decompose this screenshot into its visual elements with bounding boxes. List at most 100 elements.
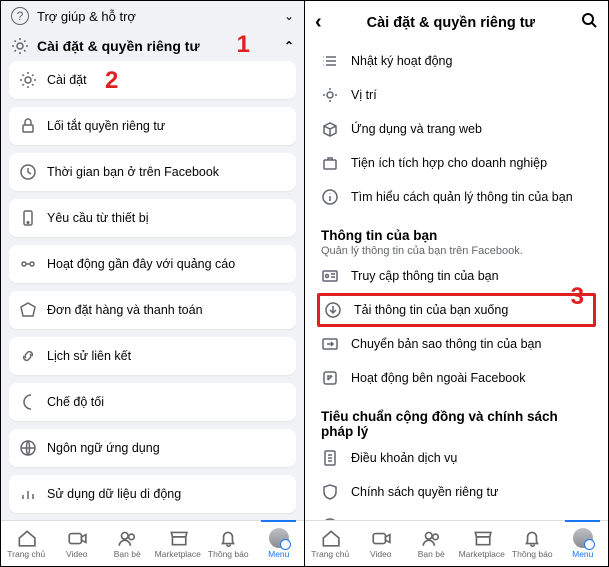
nav-video[interactable]: Video — [52, 521, 103, 566]
nav-friends[interactable]: Bạn bè — [102, 521, 153, 566]
search-icon[interactable] — [580, 11, 598, 34]
row-label: Truy cập thông tin của bạn — [351, 269, 499, 283]
item-label: Cài đặt — [47, 73, 87, 87]
item-label: Đơn đặt hàng và thanh toán — [47, 303, 203, 317]
nav-market[interactable]: Marketplace — [153, 521, 204, 566]
bottom-nav-left: Trang chủ Video Bạn bè Marketplace Thông báo… — [1, 520, 304, 566]
shield-icon — [321, 483, 339, 501]
bell-icon — [218, 528, 238, 548]
transfer-icon — [321, 335, 339, 353]
doc-icon — [321, 449, 339, 467]
section-title: Thông tin của bạn — [321, 228, 592, 243]
setting-row-id[interactable]: Truy cập thông tin của bạn — [309, 259, 604, 293]
gear-icon — [19, 71, 37, 89]
row-label: Ứng dụng và trang web — [351, 122, 482, 136]
settings-item-data[interactable]: Sử dụng dữ liệu di động — [9, 475, 296, 513]
info-icon — [321, 188, 339, 206]
nav-label: Menu — [572, 549, 593, 559]
globe-icon — [19, 439, 37, 457]
lock-icon — [19, 117, 37, 135]
nav-label: Video — [66, 549, 88, 559]
nav-friends[interactable]: Bạn bè — [406, 521, 457, 566]
phone-icon — [19, 209, 37, 227]
settings-item-clock[interactable]: Thời gian bạn ở trên Facebook — [9, 153, 296, 191]
nav-menu[interactable]: Menu — [558, 521, 609, 566]
download-icon — [324, 301, 342, 319]
setting-row-pin[interactable]: Vị trí — [309, 78, 604, 112]
settings-item-moon[interactable]: Chế độ tối — [9, 383, 296, 421]
item-label: Ngôn ngữ ứng dụng — [47, 441, 160, 455]
right-header: ‹ Cài đặt & quyền riêng tư — [305, 1, 608, 44]
setting-row-transfer[interactable]: Chuyển bản sao thông tin của bạn — [309, 327, 604, 361]
friends-icon — [421, 528, 441, 548]
right-list: Nhật ký hoạt động Vị trí Ứng dụng và trang… — [305, 44, 608, 520]
item-label: Chế độ tối — [47, 395, 104, 409]
market-icon — [168, 528, 188, 548]
row-label: Điều khoản dịch vụ — [351, 451, 457, 465]
row-label: Nhật ký hoạt động — [351, 54, 452, 68]
back-icon[interactable]: ‹ — [315, 11, 322, 34]
item-label: Hoạt động gần đây với quảng cáo — [47, 257, 235, 271]
bottom-nav-right: Trang chủ Video Bạn bèMarketplace Thông báo… — [305, 520, 608, 566]
settings-item-phone[interactable]: Yêu cầu từ thiết bị — [9, 199, 296, 237]
setting-row-doc[interactable]: Điều khoản dịch vụ — [309, 441, 604, 475]
help-label: Trợ giúp & hỗ trợ — [37, 9, 136, 24]
setting-row-biz[interactable]: Tiện ích tích hợp cho doanh nghiệp — [309, 146, 604, 180]
nav-label: Marketplace — [459, 549, 505, 559]
help-icon: ? — [11, 7, 29, 25]
nav-menu[interactable]: Menu — [254, 521, 305, 566]
nav-label: Trang chủ — [7, 549, 45, 559]
setting-row-info[interactable]: Tìm hiểu cách quản lý thông tin của bạn — [309, 180, 604, 214]
nav-bell[interactable]: Thông báo — [203, 521, 254, 566]
settings-item-globe[interactable]: Ngôn ngữ ứng dụng — [9, 429, 296, 467]
id-icon — [321, 267, 339, 285]
nav-label: Video — [370, 549, 392, 559]
setting-row-ext[interactable]: Hoạt động bên ngoài Facebook — [309, 361, 604, 395]
row-label: Tìm hiểu cách quản lý thông tin của bạn — [351, 190, 573, 204]
settings-privacy-row[interactable]: Cài đặt & quyền riêng tư ⌃ — [1, 31, 304, 61]
setting-row-shield[interactable]: Chính sách quyền riêng tư — [309, 475, 604, 509]
row-label: Vị trí — [351, 88, 377, 102]
list-icon — [321, 52, 339, 70]
avatar-icon — [269, 528, 289, 548]
menu-icon — [573, 528, 593, 548]
nav-home[interactable]: Trang chủ — [305, 521, 356, 566]
settings-item-gear[interactable]: Cài đặt — [9, 61, 296, 99]
nav-label: Menu — [268, 549, 289, 559]
nav-market[interactable]: Marketplace — [457, 521, 508, 566]
nav-video[interactable]: Video — [356, 521, 407, 566]
nav-label: Bạn bè — [114, 549, 141, 559]
setting-row-download[interactable]: Tải thông tin của bạn xuống — [317, 293, 596, 327]
video-icon — [67, 528, 87, 548]
settings-item-ad[interactable]: Hoạt động gần đây với quảng cáo — [9, 245, 296, 283]
nav-home[interactable]: Trang chủ — [1, 521, 52, 566]
nav-label: Thông báo — [512, 549, 553, 559]
pin-icon — [321, 86, 339, 104]
nav-label: Trang chủ — [311, 549, 349, 559]
section-your-info: Thông tin của bạn Quản lý thông tin của b… — [309, 222, 604, 259]
tag-icon — [19, 301, 37, 319]
home-icon — [320, 528, 340, 548]
chevron-down-icon: ⌄ — [284, 9, 294, 23]
help-support-row[interactable]: ? Trợ giúp & hỗ trợ ⌄ — [1, 1, 304, 31]
settings-item-lock[interactable]: Lối tắt quyền riêng tư — [9, 107, 296, 145]
right-pane: ‹ Cài đặt & quyền riêng tư Nhật ký hoạt … — [304, 1, 608, 566]
biz-icon — [321, 154, 339, 172]
market-icon — [472, 528, 492, 548]
section-policies: Tiêu chuẩn cộng đồng và chính sách pháp … — [309, 403, 604, 441]
nav-bell[interactable]: Thông báo — [507, 521, 558, 566]
setting-row-box[interactable]: Ứng dụng và trang web — [309, 112, 604, 146]
item-label: Yêu cầu từ thiết bị — [47, 211, 148, 225]
chevron-up-icon: ⌃ — [284, 39, 294, 53]
settings-item-link[interactable]: Lịch sử liên kết — [9, 337, 296, 375]
friends-icon — [117, 528, 137, 548]
row-label: Tải thông tin của bạn xuống — [354, 303, 508, 317]
item-label: Sử dụng dữ liệu di động — [47, 487, 181, 501]
row-label: Tiện ích tích hợp cho doanh nghiệp — [351, 156, 547, 170]
setting-row-list[interactable]: Nhật ký hoạt động — [309, 44, 604, 78]
section-desc: Quản lý thông tin của bạn trên Facebook. — [321, 245, 592, 257]
settings-item-tag[interactable]: Đơn đặt hàng và thanh toán — [9, 291, 296, 329]
setting-row-cookie[interactable]: Chính sách cookie — [309, 509, 604, 520]
item-label: Lối tắt quyền riêng tư — [47, 119, 165, 133]
nav-label: Thông báo — [208, 549, 249, 559]
